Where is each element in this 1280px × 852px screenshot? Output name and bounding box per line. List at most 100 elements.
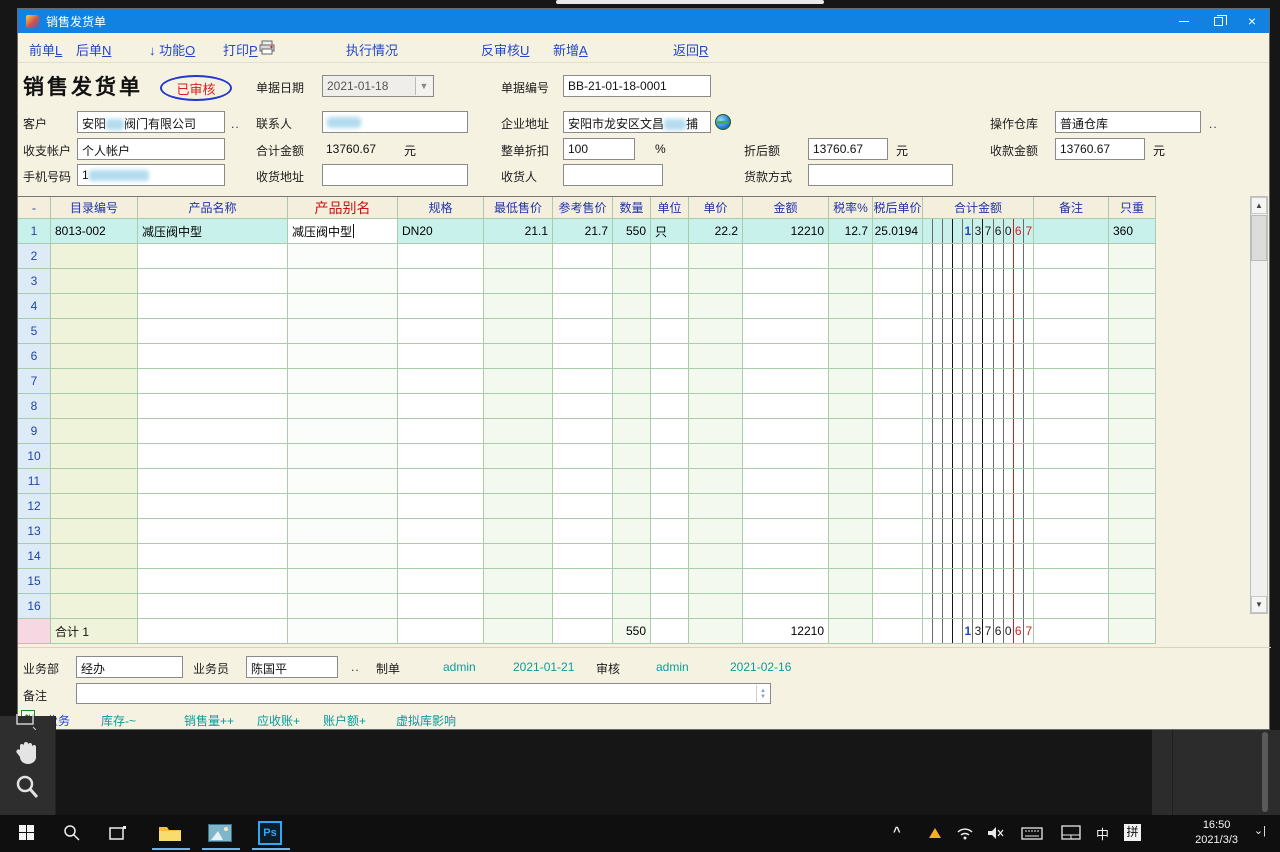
wifi-icon[interactable] [948,815,982,850]
touchpad-icon[interactable] [1052,815,1090,850]
grid-cell[interactable] [1034,494,1109,519]
delivery-address-field[interactable] [322,164,468,186]
bottom-tab-销售量++[interactable]: 销售量++ [184,712,234,729]
grid-cell[interactable] [398,394,484,419]
close-button[interactable]: × [1235,9,1269,33]
grid-cell[interactable] [829,269,873,294]
grid-cell[interactable] [1034,444,1109,469]
grid-cell[interactable] [484,519,553,544]
row-number-cell[interactable]: 7 [18,369,51,394]
grid-cell[interactable] [398,294,484,319]
grid-cell[interactable] [1034,594,1109,619]
grid-cell[interactable] [651,569,689,594]
grid-cell[interactable] [553,369,613,394]
grid-cell[interactable] [743,369,829,394]
grid-cell[interactable] [689,594,743,619]
row-number-cell[interactable]: 13 [18,519,51,544]
photoshop-icon[interactable]: Ps [248,815,292,850]
grid-cell[interactable] [51,294,138,319]
grid-cell[interactable] [51,244,138,269]
grid-cell[interactable] [613,469,651,494]
grid-cell[interactable] [743,319,829,344]
received-amount-field[interactable]: 13760.67 [1055,138,1145,160]
grid-cell[interactable] [51,344,138,369]
grid-cell[interactable] [873,419,923,444]
grid-total-cell[interactable] [829,619,873,644]
grid-cell[interactable] [288,494,398,519]
grid-cell[interactable] [829,369,873,394]
grid-cell[interactable] [484,344,553,369]
grid-header-cell[interactable]: 备注 [1034,197,1109,219]
account-field[interactable]: 个人帐户 [77,138,225,160]
grid-cell[interactable] [51,394,138,419]
grid-cell[interactable] [1109,444,1156,469]
toolbar-item[interactable]: 反审核U [481,40,529,59]
grid-cell[interactable] [553,469,613,494]
row-number-cell[interactable]: 16 [18,594,51,619]
grid-cell[interactable] [651,494,689,519]
warehouse-field[interactable]: 普通仓库 [1055,111,1201,133]
grid-total-cell[interactable] [651,619,689,644]
grid-cell[interactable] [51,494,138,519]
grid-cell[interactable] [1034,244,1109,269]
grid-cell[interactable] [553,594,613,619]
toolbar-item[interactable]: 打印P [223,40,258,59]
grid-cell[interactable] [1109,569,1156,594]
grid-cell[interactable] [743,419,829,444]
grid-total-cell[interactable] [288,619,398,644]
grid-cell[interactable] [923,319,1034,344]
grid-cell[interactable] [923,244,1034,269]
grid-cell[interactable] [138,269,288,294]
grid-cell[interactable] [651,269,689,294]
grid-cell[interactable]: 21.7 [553,219,613,244]
grid-cell[interactable] [288,394,398,419]
row-number-cell[interactable]: 3 [18,269,51,294]
grid-total-cell[interactable] [553,619,613,644]
grid-total-cell[interactable] [689,619,743,644]
grid-cell[interactable] [613,519,651,544]
grid-cell[interactable] [923,469,1034,494]
discounted-amount-field[interactable]: 13760.67 [808,138,888,160]
grid-cell[interactable] [51,469,138,494]
grid-cell[interactable] [484,419,553,444]
grid-cell[interactable] [689,444,743,469]
globe-icon[interactable] [715,114,731,130]
grid-cell[interactable] [743,469,829,494]
grid-header-cell[interactable]: 产品别名 [288,197,398,219]
grid-header-cell[interactable]: 参考售价 [553,197,613,219]
row-number-cell[interactable]: 9 [18,419,51,444]
row-number-cell[interactable]: 14 [18,544,51,569]
grid-cell[interactable] [1034,394,1109,419]
grid-cell[interactable] [689,244,743,269]
grid-cell[interactable] [138,519,288,544]
grid-header-cell[interactable]: 数量 [613,197,651,219]
grid-header-cell[interactable]: 税后单价 [873,197,923,219]
grid-cell[interactable] [613,394,651,419]
grid-cell[interactable] [484,394,553,419]
grid-cell[interactable]: 1376067 [923,219,1034,244]
grid-header-cell[interactable]: 单价 [689,197,743,219]
grid-cell[interactable] [923,344,1034,369]
grid-cell[interactable] [873,519,923,544]
toolbar-item[interactable]: 前单L [29,40,62,59]
grid-cell[interactable] [651,319,689,344]
grid-cell[interactable] [553,394,613,419]
grid-cell[interactable] [829,294,873,319]
grid-cell[interactable] [651,419,689,444]
toolbar-item[interactable]: 新增A [553,40,588,59]
grid-cell[interactable] [613,419,651,444]
grid-cell[interactable] [398,594,484,619]
grid-cell[interactable] [1109,269,1156,294]
grid-cell[interactable] [138,544,288,569]
grid-cell[interactable] [398,494,484,519]
grid-cell[interactable] [829,244,873,269]
ps-panel-scrollbar[interactable] [1262,732,1268,812]
receiver-field[interactable] [563,164,663,186]
grid-cell[interactable] [1109,419,1156,444]
phone-field[interactable]: 1 [77,164,225,186]
grid-cell[interactable] [288,444,398,469]
grid-header-cell[interactable]: 规格 [398,197,484,219]
toolbar-item[interactable]: 后单N [76,40,111,59]
row-number-cell[interactable]: 5 [18,319,51,344]
keyboard-icon[interactable] [1012,815,1052,850]
